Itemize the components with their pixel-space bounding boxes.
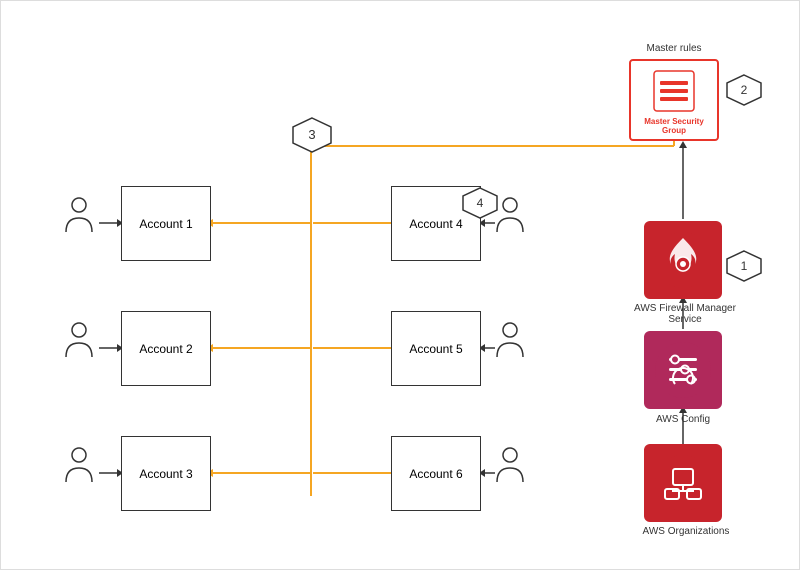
aws-config-label: AWS Config — [644, 414, 722, 425]
account-6-box: Account 6 — [391, 436, 481, 511]
hexagon-1: 1 — [725, 249, 763, 288]
master-rules-label: Master rules — [629, 43, 719, 54]
account-3-label: Account 3 — [139, 467, 192, 481]
person-5 — [495, 321, 525, 359]
account-1-label: Account 1 — [139, 217, 192, 231]
hexagon-4: 4 — [461, 186, 499, 225]
master-sg-box: Master SecurityGroup — [629, 59, 719, 141]
account-5-box: Account 5 — [391, 311, 481, 386]
aws-firewall-manager-box — [644, 221, 722, 299]
account-2-box: Account 2 — [121, 311, 211, 386]
svg-text:2: 2 — [741, 83, 748, 97]
aws-orgs-label: AWS Organizations — [631, 526, 741, 537]
person-4 — [495, 196, 525, 234]
master-sg-label: Master SecurityGroup — [640, 115, 708, 137]
person-2 — [64, 321, 94, 359]
account-2-label: Account 2 — [139, 342, 192, 356]
diagram-container: Account 1 Account 2 Account 3 Account 4 … — [0, 0, 800, 570]
aws-orgs-box — [644, 444, 722, 522]
account-1-box: Account 1 — [121, 186, 211, 261]
aws-config-box — [644, 331, 722, 409]
svg-text:1: 1 — [741, 259, 748, 273]
person-1 — [64, 196, 94, 234]
svg-text:4: 4 — [477, 196, 484, 210]
svg-text:3: 3 — [308, 127, 315, 142]
person-6 — [495, 446, 525, 484]
hexagon-2: 2 — [725, 73, 763, 112]
person-3 — [64, 446, 94, 484]
aws-firewall-label: AWS Firewall Manager Service — [626, 303, 744, 325]
account-3-box: Account 3 — [121, 436, 211, 511]
account-5-label: Account 5 — [409, 342, 462, 356]
account-6-label: Account 6 — [409, 467, 462, 481]
hexagon-3: 3 — [291, 116, 333, 159]
account-4-label: Account 4 — [409, 217, 462, 231]
